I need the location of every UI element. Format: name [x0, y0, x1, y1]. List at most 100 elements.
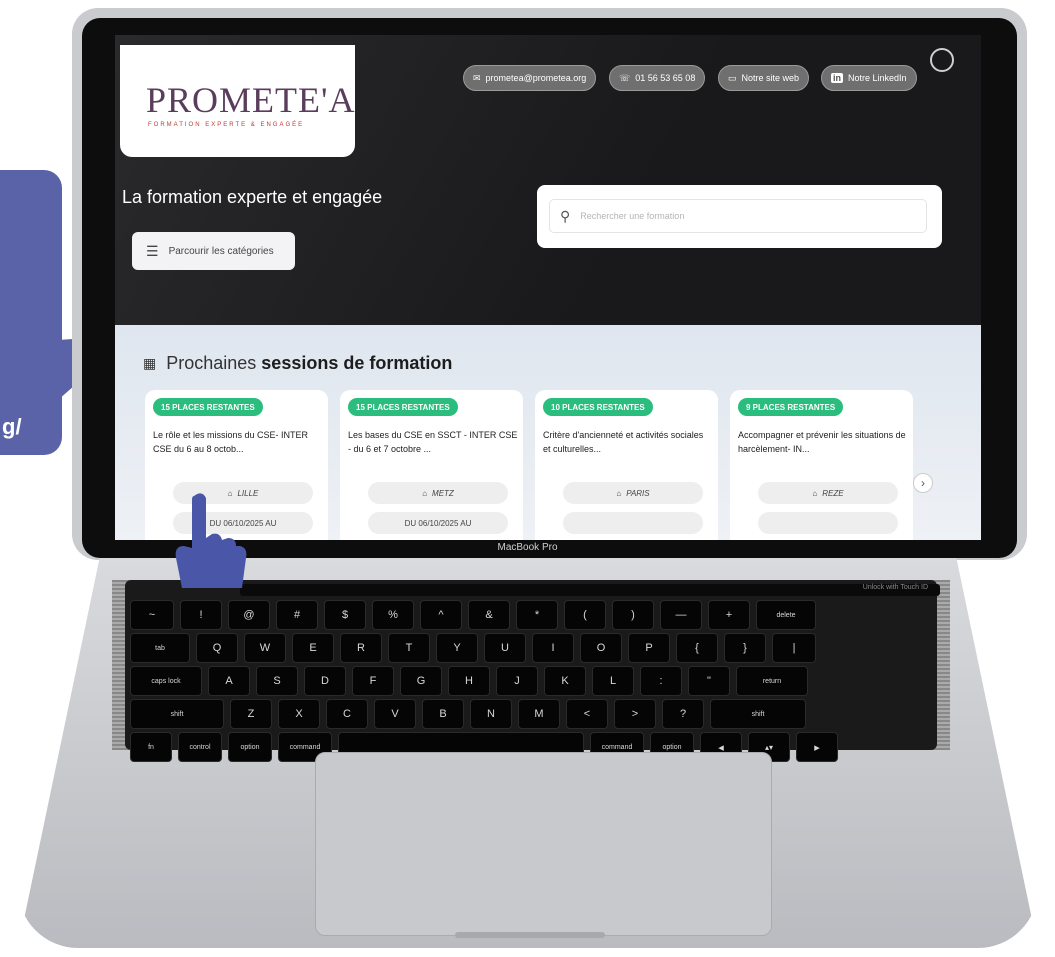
- mail-icon: ✉: [473, 72, 481, 83]
- session-title: Critère d'ancienneté et activités social…: [543, 430, 704, 454]
- key[interactable]: ): [612, 600, 654, 630]
- key[interactable]: X: [278, 699, 320, 729]
- session-card[interactable]: 9 PLACES RESTANTES Accompagner et préven…: [730, 390, 913, 540]
- key[interactable]: ?: [662, 699, 704, 729]
- key[interactable]: control: [178, 732, 222, 762]
- key[interactable]: T: [388, 633, 430, 663]
- key[interactable]: B: [422, 699, 464, 729]
- key[interactable]: U: [484, 633, 526, 663]
- key[interactable]: {: [676, 633, 718, 663]
- location-pill: ⌂ PARIS: [563, 482, 703, 504]
- logo-subtitle: FORMATION EXPERTE & ENGAGÉE: [148, 122, 305, 128]
- linkedin-button[interactable]: in Notre LinkedIn: [821, 65, 917, 91]
- key[interactable]: K: [544, 666, 586, 696]
- key[interactable]: $: [324, 600, 366, 630]
- browse-categories-label: Parcourir les catégories: [168, 245, 274, 257]
- sessions-title-bold: sessions de formation: [261, 353, 453, 373]
- website-button[interactable]: ▭ Notre site web: [718, 65, 810, 91]
- session-card[interactable]: 10 PLACES RESTANTES Critère d'ancienneté…: [535, 390, 718, 540]
- browse-categories-button[interactable]: ☰ Parcourir les catégories: [132, 232, 295, 270]
- key[interactable]: :: [640, 666, 682, 696]
- key[interactable]: Y: [436, 633, 478, 663]
- keyboard-row-3: caps lock A S D F G H J K L : " return: [130, 666, 808, 696]
- key[interactable]: H: [448, 666, 490, 696]
- contact-email-label: prometea@prometea.org: [485, 73, 587, 83]
- key[interactable]: A: [208, 666, 250, 696]
- key[interactable]: #: [276, 600, 318, 630]
- carousel-next-button[interactable]: ›: [913, 473, 933, 493]
- key[interactable]: @: [228, 600, 270, 630]
- key[interactable]: ": [688, 666, 730, 696]
- touch-bar[interactable]: Unlock with Touch ID: [240, 584, 940, 596]
- key[interactable]: +: [708, 600, 750, 630]
- city-label: PARIS: [626, 488, 650, 498]
- key[interactable]: option: [228, 732, 272, 762]
- sessions-title-prefix: Prochaines: [166, 353, 262, 373]
- key[interactable]: G: [400, 666, 442, 696]
- key[interactable]: }: [724, 633, 766, 663]
- key[interactable]: return: [736, 666, 808, 696]
- pointing-hand-icon: [175, 493, 247, 588]
- key[interactable]: shift: [710, 699, 806, 729]
- key[interactable]: >: [614, 699, 656, 729]
- model-label: MacBook Pro: [497, 542, 558, 553]
- key[interactable]: E: [292, 633, 334, 663]
- search-input[interactable]: ⚲ Rechercher une formation: [549, 199, 927, 233]
- key[interactable]: |: [772, 633, 816, 663]
- key[interactable]: M: [518, 699, 560, 729]
- speech-bubble: [0, 170, 62, 455]
- key[interactable]: ~: [130, 600, 174, 630]
- key[interactable]: ▸: [796, 732, 838, 762]
- session-card[interactable]: 15 PLACES RESTANTES Les bases du CSE en …: [340, 390, 523, 540]
- key[interactable]: shift: [130, 699, 224, 729]
- key[interactable]: O: [580, 633, 622, 663]
- touchbar-text: Unlock with Touch ID: [862, 584, 928, 591]
- key[interactable]: fn: [130, 732, 172, 762]
- key[interactable]: F: [352, 666, 394, 696]
- key[interactable]: S: [256, 666, 298, 696]
- key[interactable]: <: [566, 699, 608, 729]
- key[interactable]: R: [340, 633, 382, 663]
- trash-icon: ⌂: [616, 488, 622, 498]
- date-pill: [563, 512, 703, 534]
- key[interactable]: P: [628, 633, 670, 663]
- contact-phone-button[interactable]: ☏ 01 56 53 65 08: [609, 65, 706, 91]
- city-label: REZE: [822, 488, 844, 498]
- sessions-title: ▦ Prochaines sessions de formation: [143, 353, 452, 374]
- key[interactable]: Z: [230, 699, 272, 729]
- contact-email-button[interactable]: ✉ prometea@prometea.org: [463, 65, 597, 91]
- places-badge: 15 PLACES RESTANTES: [348, 398, 458, 416]
- key[interactable]: V: [374, 699, 416, 729]
- key[interactable]: Q: [196, 633, 238, 663]
- key[interactable]: I: [532, 633, 574, 663]
- key[interactable]: tab: [130, 633, 190, 663]
- keyboard-row-1: ~ ! @ # $ % ^ & * ( ) — + delete: [130, 600, 816, 630]
- key[interactable]: ^: [420, 600, 462, 630]
- key[interactable]: &: [468, 600, 510, 630]
- key[interactable]: !: [180, 600, 222, 630]
- places-badge: 10 PLACES RESTANTES: [543, 398, 653, 416]
- chevron-right-icon: ›: [921, 476, 925, 490]
- key[interactable]: W: [244, 633, 286, 663]
- key[interactable]: D: [304, 666, 346, 696]
- logo-card[interactable]: PROMETE'A FORMATION EXPERTE & ENGAGÉE: [120, 45, 355, 157]
- key[interactable]: (: [564, 600, 606, 630]
- calendar-icon: ▦: [143, 355, 157, 371]
- key[interactable]: C: [326, 699, 368, 729]
- key[interactable]: caps lock: [130, 666, 202, 696]
- key[interactable]: J: [496, 666, 538, 696]
- key[interactable]: %: [372, 600, 414, 630]
- search-panel: ⚲ Rechercher une formation: [537, 185, 942, 248]
- key[interactable]: delete: [756, 600, 816, 630]
- key[interactable]: *: [516, 600, 558, 630]
- location-pill: ⌂ REZE: [758, 482, 898, 504]
- key[interactable]: N: [470, 699, 512, 729]
- key[interactable]: —: [660, 600, 702, 630]
- contact-phone-label: 01 56 53 65 08: [635, 73, 696, 83]
- key[interactable]: L: [592, 666, 634, 696]
- trackpad[interactable]: [315, 752, 772, 936]
- search-icon: ⚲: [560, 207, 571, 224]
- tagline: La formation experte et engagée: [122, 187, 383, 207]
- user-account-icon[interactable]: [930, 48, 954, 72]
- date-pill: DU 06/10/2025 AU: [368, 512, 508, 534]
